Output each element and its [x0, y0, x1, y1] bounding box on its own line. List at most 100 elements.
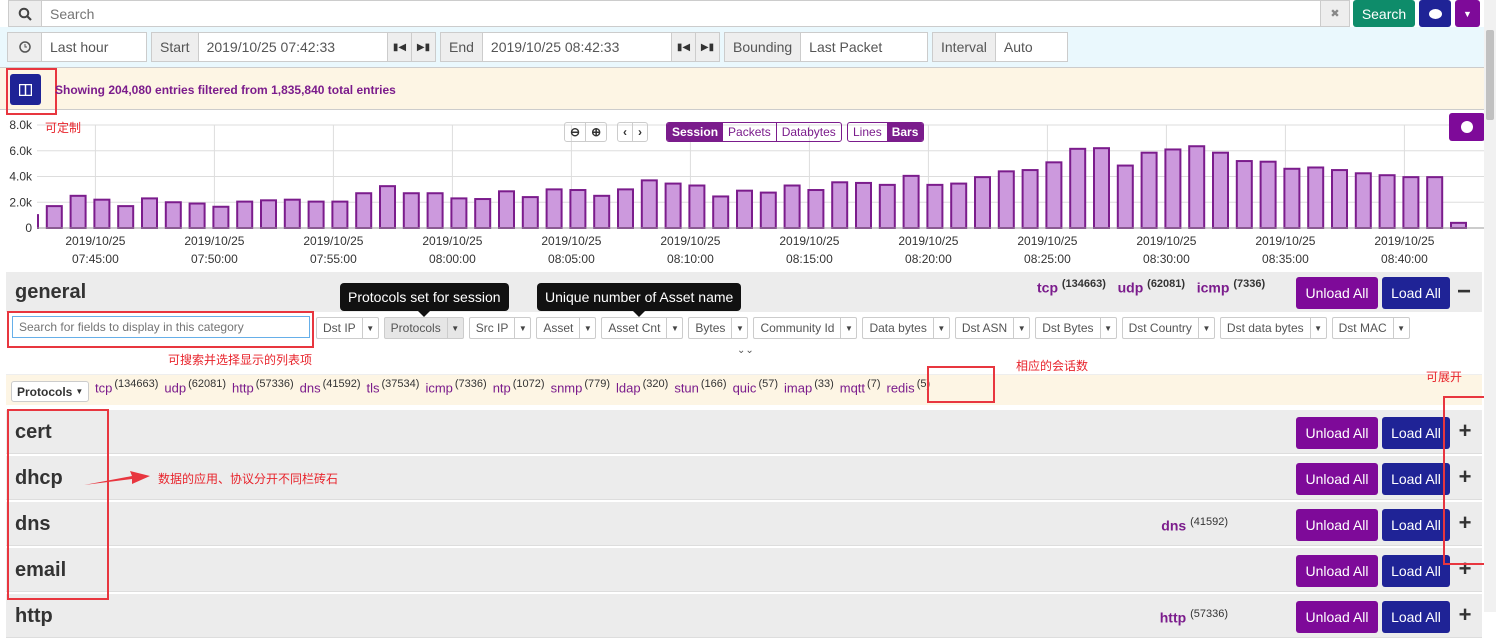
histogram-bar[interactable] — [1378, 174, 1396, 229]
field-column-button[interactable]: Dst data bytes ▼ — [1219, 317, 1327, 339]
search-button[interactable]: Search — [1353, 0, 1415, 27]
histogram-bar[interactable] — [188, 202, 206, 229]
histogram-bar[interactable] — [1283, 167, 1301, 229]
caret-down-icon[interactable]: ▼ — [1013, 318, 1029, 338]
histogram-bar[interactable] — [212, 205, 230, 229]
field-column-button[interactable]: Protocols ▼ — [383, 317, 464, 339]
end-time-input[interactable]: 2019/10/25 08:42:33 — [483, 39, 671, 55]
histogram-bar[interactable] — [450, 197, 468, 229]
style-lines-button[interactable]: Lines — [848, 123, 887, 141]
pan-left-button[interactable]: ‹ — [618, 123, 633, 141]
collapse-icon[interactable]: − — [1457, 278, 1471, 306]
field-column-button[interactable]: Src IP ▼ — [468, 317, 532, 339]
field-column-button[interactable]: Dst Country ▼ — [1121, 317, 1215, 339]
protocol-link[interactable]: http — [232, 380, 254, 395]
histogram-bar[interactable] — [950, 182, 968, 230]
time-range-select[interactable]: Last hour — [7, 32, 147, 62]
histogram-bar[interactable] — [69, 194, 87, 229]
histogram-bar[interactable] — [664, 182, 682, 230]
histogram-bar[interactable] — [521, 196, 539, 229]
histogram-bar[interactable] — [379, 185, 396, 229]
histogram-bar[interactable] — [807, 189, 825, 230]
histogram-bar[interactable] — [331, 200, 349, 229]
protocol-link[interactable]: ntp — [493, 380, 511, 395]
bounding-select[interactable]: Bounding Last Packet — [724, 32, 928, 62]
count-tcp[interactable]: tcp — [1037, 280, 1058, 296]
protocol-link[interactable]: redis — [887, 380, 915, 395]
start-next-button[interactable]: ▶▮ — [411, 33, 435, 61]
protocol-link[interactable]: snmp — [551, 380, 583, 395]
histogram-bar[interactable] — [783, 184, 801, 229]
caret-down-icon[interactable]: ▼ — [731, 318, 747, 338]
caret-down-icon[interactable]: ▼ — [840, 318, 856, 338]
field-column-button[interactable]: Dst IP ▼ — [316, 317, 379, 339]
histogram-bar[interactable] — [759, 191, 777, 229]
protocol-link[interactable]: imap — [784, 380, 812, 395]
histogram-bar[interactable] — [1188, 145, 1206, 229]
expand-icon[interactable]: + — [1455, 602, 1475, 628]
field-column-button[interactable]: Data bytes ▼ — [862, 317, 950, 339]
histogram-bar[interactable] — [1307, 166, 1325, 229]
histogram-bar[interactable] — [1235, 160, 1253, 229]
map-toggle-button[interactable] — [1449, 113, 1485, 141]
histogram-bar[interactable] — [855, 181, 872, 229]
scrollbar-thumb[interactable] — [1486, 30, 1494, 120]
histogram-bar[interactable] — [1331, 169, 1348, 229]
protocol-link[interactable]: quic — [733, 380, 757, 395]
end-prev-button[interactable]: ▮◀ — [671, 33, 695, 61]
histogram-bar[interactable] — [569, 189, 587, 230]
field-column-button[interactable]: Dst Bytes ▼ — [1035, 317, 1117, 339]
unload-all-button[interactable]: Unload All — [1296, 463, 1378, 495]
count-icmp[interactable]: icmp — [1197, 280, 1230, 296]
load-all-button[interactable]: Load All — [1382, 555, 1450, 587]
histogram-bar[interactable] — [1164, 148, 1182, 229]
caret-down-icon[interactable]: ▼ — [446, 318, 463, 338]
histogram-bar[interactable] — [878, 183, 896, 229]
histogram-bar[interactable] — [545, 188, 563, 229]
eye-button[interactable] — [1419, 0, 1451, 27]
histogram-bar[interactable] — [974, 176, 991, 230]
protocol-link[interactable]: tls — [367, 380, 380, 395]
caret-down-icon[interactable]: ▼ — [361, 318, 378, 338]
histogram-bar[interactable] — [1140, 151, 1158, 229]
load-all-button[interactable]: Load All — [1382, 509, 1450, 541]
general-load-all-button[interactable]: Load All — [1382, 277, 1450, 309]
pan-right-button[interactable]: › — [633, 123, 647, 141]
histogram-bar[interactable] — [1402, 176, 1420, 230]
count-udp[interactable]: udp — [1118, 280, 1144, 296]
load-all-button[interactable]: Load All — [1382, 417, 1450, 449]
page-scrollbar[interactable] — [1484, 0, 1496, 612]
histogram-bar[interactable] — [997, 170, 1015, 229]
histogram-bar[interactable] — [426, 192, 444, 230]
section-email[interactable]: email Unload All Load All + — [6, 548, 1482, 592]
histogram-bar[interactable] — [1045, 161, 1063, 229]
unload-all-button[interactable]: Unload All — [1296, 601, 1378, 633]
histogram-bar[interactable] — [1021, 169, 1039, 229]
caret-down-icon[interactable]: ▼ — [514, 318, 530, 338]
load-all-button[interactable]: Load All — [1382, 601, 1450, 633]
metric-session-button[interactable]: Session — [667, 123, 724, 141]
protocol-link[interactable]: tcp — [95, 380, 112, 395]
histogram-bar[interactable] — [1093, 147, 1110, 229]
general-unload-all-button[interactable]: Unload All — [1296, 277, 1378, 309]
histogram-bar[interactable] — [593, 194, 611, 229]
histogram-bar[interactable] — [93, 198, 111, 230]
search-input[interactable] — [42, 1, 1320, 26]
section-count[interactable]: dns (41592) — [1161, 516, 1228, 534]
histogram-bar[interactable] — [260, 199, 277, 229]
histogram-bar[interactable] — [1426, 176, 1444, 230]
caret-down-icon[interactable]: ▼ — [1099, 318, 1116, 338]
caret-down-icon[interactable]: ▼ — [579, 318, 595, 338]
section-cert[interactable]: cert Unload All Load All + — [6, 410, 1482, 454]
histogram-bar[interactable] — [402, 192, 420, 230]
start-prev-button[interactable]: ▮◀ — [387, 33, 411, 61]
histogram-bar[interactable] — [617, 188, 634, 229]
histogram-bar[interactable] — [1259, 160, 1277, 229]
field-column-button[interactable]: Asset Cnt ▼ — [601, 317, 684, 339]
zoom-in-button[interactable]: ⊕ — [586, 123, 606, 141]
histogram-bar[interactable] — [926, 183, 944, 229]
histogram-bar[interactable] — [474, 198, 492, 229]
histogram-bar[interactable] — [117, 205, 135, 230]
start-time-input[interactable]: 2019/10/25 07:42:33 — [199, 39, 387, 55]
histogram-bar[interactable] — [141, 197, 158, 229]
